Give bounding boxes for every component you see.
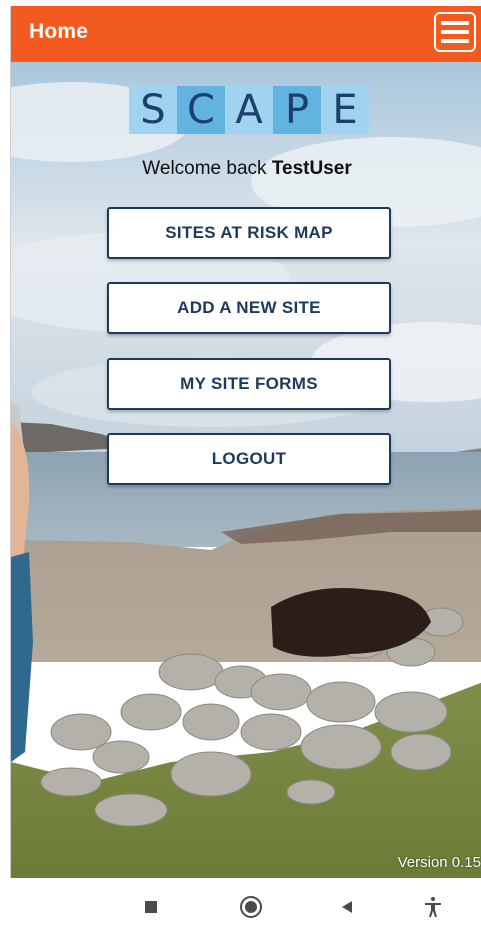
accessibility-icon[interactable] (420, 894, 446, 920)
logo-letter: A (225, 86, 273, 134)
username: TestUser (271, 158, 352, 179)
welcome-message: Welcome back TestUser (11, 158, 481, 180)
recent-apps-icon[interactable] (138, 894, 164, 920)
system-nav-bar (0, 878, 481, 934)
page-title: Home (29, 20, 89, 43)
welcome-prefix: Welcome back (142, 158, 272, 179)
home-icon[interactable] (238, 894, 264, 920)
version-label: Version 0.15 (397, 854, 481, 871)
my-site-forms-button[interactable]: MY SITE FORMS (107, 358, 391, 410)
phone-screen: Home S C A P E Welcome back TestUser SIT… (0, 0, 481, 934)
add-new-site-button[interactable]: ADD A NEW SITE (107, 282, 391, 334)
hamburger-menu-icon[interactable] (434, 12, 476, 52)
sites-at-risk-map-button[interactable]: SITES AT RISK MAP (107, 207, 391, 259)
logo-letter: S (129, 86, 177, 134)
logo-letter: P (273, 86, 321, 134)
logo-letter: C (177, 86, 225, 134)
top-app-bar: Home (11, 6, 481, 62)
back-icon[interactable] (334, 894, 360, 920)
scape-logo: S C A P E (129, 86, 369, 134)
logo-letter: E (321, 86, 369, 134)
app-window: Home S C A P E Welcome back TestUser SIT… (10, 6, 481, 878)
logout-button[interactable]: LOGOUT (107, 433, 391, 485)
